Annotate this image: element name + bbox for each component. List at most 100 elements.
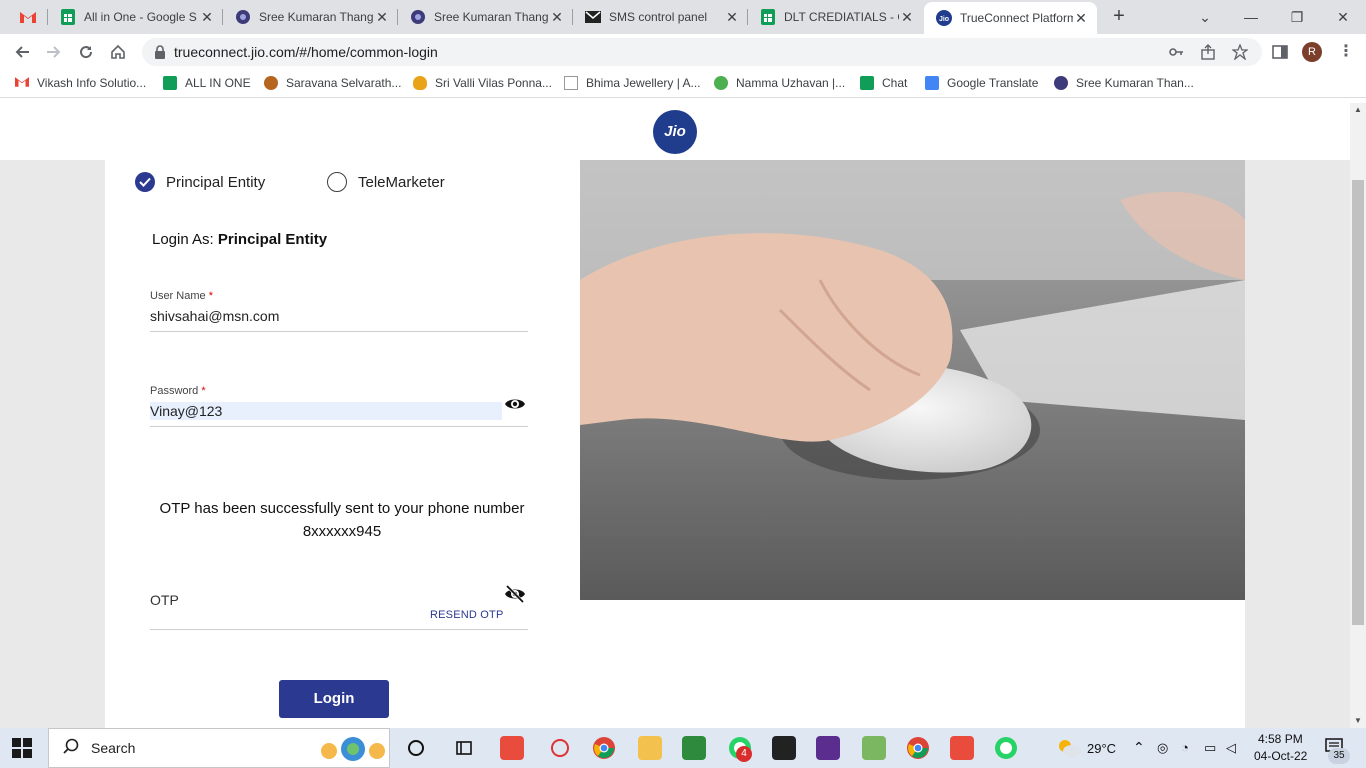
resend-otp-link[interactable]: RESEND OTP <box>430 609 504 621</box>
chart-app-icon[interactable] <box>862 736 886 760</box>
home-button[interactable] <box>104 38 132 66</box>
bookmark-item[interactable]: Sri Valli Vilas Ponna... <box>413 76 552 90</box>
back-button[interactable] <box>8 38 36 66</box>
chat-app-icon[interactable] <box>682 736 706 760</box>
gmail-icon <box>15 76 29 90</box>
sheets-icon <box>163 76 177 90</box>
clock-time[interactable]: 4:58 PM <box>1258 732 1303 746</box>
tab-sms-control-panel[interactable]: SMS control panel ✕ <box>573 0 748 34</box>
close-icon[interactable]: ✕ <box>199 9 215 25</box>
windows-start-icon[interactable] <box>12 738 32 758</box>
windows-taskbar: Search 4 29°C ⌃ ◎ ◔ ▭ ◁ 4:58 PM 04-Oct-2… <box>0 728 1366 768</box>
scroll-down-icon[interactable]: ▼ <box>1350 714 1366 728</box>
eye-icon[interactable] <box>504 396 526 417</box>
tab-strip: All in One - Google S ✕ Sree Kumaran Tha… <box>0 0 1366 34</box>
whatsapp-icon[interactable] <box>994 736 1018 760</box>
reload-button[interactable] <box>72 38 100 66</box>
media-player-icon[interactable] <box>816 736 840 760</box>
notion-icon[interactable] <box>772 736 796 760</box>
otp-underline <box>150 629 528 630</box>
username-underline <box>150 331 528 332</box>
otp-field[interactable]: OTP <box>150 592 179 608</box>
tab-gmail[interactable] <box>8 0 48 34</box>
radio-telemarketer[interactable]: TeleMarketer <box>327 172 445 192</box>
location-icon[interactable]: ◎ <box>1157 740 1168 756</box>
chrome-profile-icon[interactable] <box>906 736 930 760</box>
tab-dlt-credentials[interactable]: DLT CREDIATIALS - G ✕ <box>748 0 923 34</box>
bookmark-star-icon[interactable] <box>1231 43 1249 61</box>
restore-button[interactable]: ❐ <box>1274 0 1320 34</box>
wifi-icon[interactable]: ◔ <box>1181 740 1189 755</box>
tab-sree-kumaran-1[interactable]: Sree Kumaran Thang ✕ <box>223 0 398 34</box>
chrome-icon[interactable] <box>592 736 616 760</box>
tab-title: Sree Kumaran Thang <box>259 10 374 24</box>
widgets-icon[interactable] <box>452 736 476 760</box>
bookmark-label: Chat <box>882 76 908 90</box>
password-underline <box>150 426 528 427</box>
username-field[interactable]: shivsahai@msn.com <box>150 308 279 324</box>
url-text[interactable]: trueconnect.jio.com/#/home/common-login <box>174 44 438 60</box>
bookmark-label: Vikash Info Solutio... <box>37 76 147 90</box>
tab-all-in-one[interactable]: All in One - Google S ✕ <box>48 0 223 34</box>
side-panel-icon[interactable] <box>1272 44 1288 60</box>
translate-icon <box>925 76 939 90</box>
weather-icon[interactable] <box>1056 738 1082 763</box>
minimize-button[interactable]: — <box>1228 0 1274 34</box>
lock-icon[interactable] <box>154 45 166 64</box>
bookmark-item[interactable]: Vikash Info Solutio... <box>15 76 146 90</box>
clock-date[interactable]: 04-Oct-22 <box>1254 749 1307 763</box>
close-icon[interactable]: ✕ <box>549 9 565 25</box>
tray-chevron-up-icon[interactable]: ⌃ <box>1133 739 1145 756</box>
anydesk-icon[interactable] <box>950 736 974 760</box>
eye-off-icon[interactable] <box>504 584 526 608</box>
volume-icon[interactable]: ◁ <box>1226 740 1236 756</box>
close-icon[interactable]: ✕ <box>374 9 390 25</box>
close-icon[interactable]: ✕ <box>1073 10 1089 26</box>
new-tab-button[interactable]: + <box>1107 5 1131 29</box>
login-button[interactable]: Login <box>279 680 389 718</box>
close-icon[interactable]: ✕ <box>899 9 915 25</box>
key-icon[interactable] <box>1168 44 1184 60</box>
battery-icon[interactable]: ▭ <box>1204 740 1216 756</box>
radio-label: Principal Entity <box>166 173 266 191</box>
radio-unchecked-icon[interactable] <box>327 172 347 192</box>
more-menu-icon[interactable]: ⋮ <box>1338 44 1354 60</box>
required-mark: * <box>208 290 213 302</box>
close-window-button[interactable]: ✕ <box>1320 0 1366 34</box>
scroll-up-icon[interactable]: ▲ <box>1350 103 1366 117</box>
store-icon <box>264 76 278 90</box>
jio-logo[interactable]: Jio <box>653 110 697 154</box>
weather-temperature[interactable]: 29°C <box>1087 741 1116 756</box>
scrollbar-thumb[interactable] <box>1352 180 1364 625</box>
snipping-tool-icon[interactable] <box>548 736 572 760</box>
bookmark-item[interactable]: ALL IN ONE <box>163 76 251 90</box>
address-bar[interactable]: trueconnect.jio.com/#/home/common-login <box>142 38 1262 66</box>
password-field[interactable]: Vinay@123 <box>150 403 222 419</box>
login-as-prefix: Login As: <box>152 231 214 248</box>
taskbar-search[interactable]: Search <box>48 728 390 768</box>
sheets-icon <box>60 9 76 25</box>
bookmark-item[interactable]: Bhima Jewellery | A... <box>564 76 701 90</box>
close-icon[interactable]: ✕ <box>724 9 740 25</box>
profile-avatar[interactable]: R <box>1302 42 1322 62</box>
bookmark-item[interactable]: Saravana Selvarath... <box>264 76 401 90</box>
file-explorer-icon[interactable] <box>638 736 662 760</box>
tab-trueconnect[interactable]: Jio TrueConnect Platform ✕ <box>924 2 1097 34</box>
bookmark-item[interactable]: Chat <box>860 76 907 90</box>
bookmark-label: Namma Uzhavan |... <box>736 76 846 90</box>
forward-button[interactable] <box>40 38 68 66</box>
bookmark-item[interactable]: Namma Uzhavan |... <box>714 76 845 90</box>
share-icon[interactable] <box>1200 44 1216 60</box>
bookmark-label: Bhima Jewellery | A... <box>586 76 701 90</box>
required-mark: * <box>201 385 206 397</box>
radio-principal-entity[interactable]: Principal Entity <box>135 172 265 192</box>
anydesk-icon[interactable] <box>500 736 524 760</box>
tab-sree-kumaran-2[interactable]: Sree Kumaran Thang ✕ <box>398 0 573 34</box>
vertical-scrollbar[interactable]: ▲ ▼ <box>1350 103 1366 728</box>
task-view-icon[interactable] <box>404 736 428 760</box>
bookmark-item[interactable]: Sree Kumaran Than... <box>1054 76 1194 90</box>
tab-search-chevron-icon[interactable]: ⌄ <box>1182 0 1228 34</box>
bookmark-item[interactable]: Google Translate <box>925 76 1038 90</box>
tab-title: All in One - Google S <box>84 10 197 24</box>
radio-checked-icon[interactable] <box>135 172 155 192</box>
